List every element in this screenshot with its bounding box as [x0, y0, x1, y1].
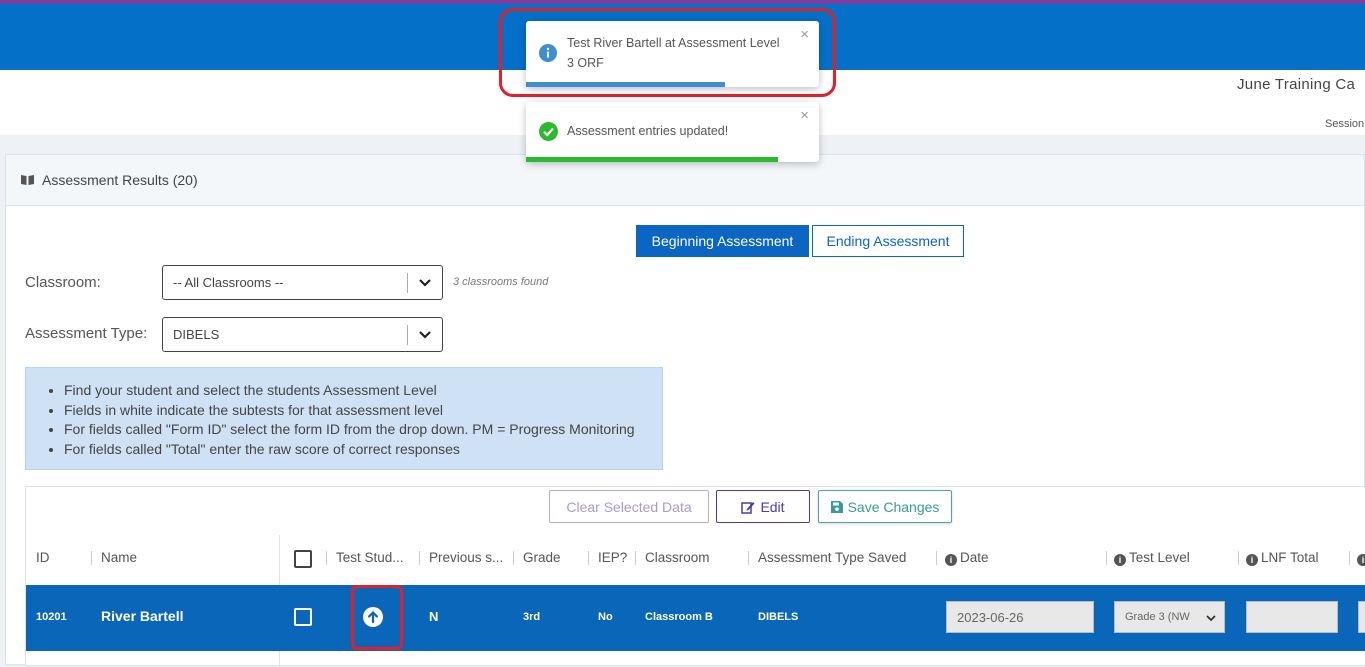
results-grid: Clear Selected Data Edit Save Changes ID… — [25, 486, 1365, 667]
classrooms-found-note: 3 classrooms found — [453, 276, 549, 288]
column-separator — [748, 551, 749, 565]
assessment-type-label: Assessment Type: — [25, 325, 148, 342]
save-label: Save Changes — [847, 498, 940, 515]
edit-label: Edit — [760, 498, 785, 515]
instruction-item: For fields called "Total" enter the raw … — [64, 440, 635, 460]
column-header-date[interactable]: i Date — [945, 550, 989, 566]
column-header-assessment-type-saved[interactable]: Assessment Type Saved — [758, 550, 906, 565]
success-toast[interactable]: Assessment entries updated! × — [526, 102, 819, 162]
column-separator — [1349, 551, 1350, 565]
instruction-item: For fields called "Form ID" select the f… — [64, 420, 635, 440]
floppy-disk-icon — [830, 500, 843, 513]
instructions-panel: Find your student and select the student… — [25, 367, 663, 470]
cell-classroom: Classroom B — [645, 611, 713, 623]
info-icon[interactable]: i — [945, 554, 957, 566]
arrow-up-circle-icon[interactable] — [363, 607, 383, 627]
column-separator — [513, 551, 514, 565]
cell-grade: 3rd — [523, 611, 541, 623]
column-separator — [419, 551, 420, 565]
lnf-total-field[interactable] — [1246, 601, 1338, 633]
chevron-down-icon — [419, 331, 431, 339]
column-header-id[interactable]: ID — [36, 550, 50, 565]
cell-name: River Bartell — [101, 608, 184, 624]
column-header-test-student[interactable]: Test Stud... — [336, 550, 404, 565]
highlight-box — [499, 8, 836, 97]
select-all-checkbox[interactable] — [294, 550, 312, 568]
instruction-item: Find your student and select the student… — [64, 381, 635, 401]
assessment-results-card: Assessment Results (20) Beginning Assess… — [5, 154, 1365, 667]
column-separator — [91, 551, 92, 565]
column-header-lnf-total[interactable]: i LNF Total — [1246, 550, 1319, 566]
column-header-classroom[interactable]: Classroom — [645, 550, 710, 565]
row-checkbox[interactable] — [294, 608, 312, 626]
column-header-previous[interactable]: Previous s... — [429, 550, 503, 565]
ending-assessment-button[interactable]: Ending Assessment — [812, 225, 964, 257]
column-separator — [635, 551, 636, 565]
column-separator — [588, 551, 589, 565]
instruction-item: Fields in white indicate the subtests fo… — [64, 401, 635, 421]
column-header-iep[interactable]: IEP? — [598, 550, 627, 565]
cell-previous: N — [429, 609, 439, 624]
assessment-type-select[interactable]: DIBELS — [162, 317, 443, 352]
clear-selected-data-button[interactable]: Clear Selected Data — [549, 490, 709, 523]
date-value: 2023-06-26 — [957, 610, 1024, 625]
column-header-test-level-label: Test Level — [1129, 550, 1190, 565]
column-header-date-label: Date — [960, 550, 989, 565]
column-separator — [936, 551, 937, 565]
test-level-value: Grade 3 (NW — [1125, 611, 1190, 623]
column-header-lnf-total-label: LNF Total — [1261, 550, 1319, 565]
select-divider — [407, 325, 408, 345]
card-header: Assessment Results (20) — [6, 155, 1364, 206]
info-icon[interactable]: i — [1246, 554, 1258, 566]
edit-button[interactable]: Edit — [716, 490, 810, 523]
chevron-down-icon — [419, 279, 431, 287]
next-field[interactable] — [1358, 601, 1365, 633]
instructions-list: Find your student and select the student… — [64, 381, 635, 460]
success-toast-message: Assessment entries updated! — [567, 124, 729, 138]
classroom-select-value: -- All Classrooms -- — [173, 275, 284, 290]
chevron-down-icon — [1206, 615, 1216, 622]
cell-assessment-type-saved: DIBELS — [758, 611, 799, 623]
column-separator — [326, 551, 327, 565]
info-icon[interactable]: i — [1114, 554, 1126, 566]
column-separator — [1238, 551, 1239, 565]
column-header-next[interactable]: i — [1357, 550, 1365, 566]
edit-icon — [741, 501, 755, 514]
card-title: Assessment Results (20) — [42, 172, 198, 188]
select-divider — [407, 273, 408, 293]
close-icon[interactable]: × — [800, 107, 809, 124]
info-icon[interactable]: i — [1357, 554, 1365, 566]
session-label: Session — [1325, 118, 1365, 130]
save-changes-button[interactable]: Save Changes — [818, 490, 952, 523]
table-row[interactable]: 10201 River Bartell N 3rd No Classroom B… — [26, 585, 1365, 651]
cell-id: 10201 — [36, 611, 67, 623]
cell-iep: No — [598, 611, 613, 623]
column-header-grade[interactable]: Grade — [523, 550, 561, 565]
column-header-test-level[interactable]: i Test Level — [1114, 550, 1190, 566]
beginning-assessment-button[interactable]: Beginning Assessment — [636, 225, 809, 257]
classroom-label: Classroom: — [25, 274, 101, 291]
clear-label: Clear Selected Data — [566, 498, 692, 515]
book-icon — [21, 175, 34, 185]
assessment-type-select-value: DIBELS — [173, 327, 220, 342]
classroom-select[interactable]: -- All Classrooms -- — [162, 265, 443, 300]
test-level-select[interactable]: Grade 3 (NW — [1114, 601, 1225, 633]
page-title: June Training Ca — [1237, 76, 1356, 93]
success-toast-progress — [526, 157, 778, 162]
column-header-name[interactable]: Name — [101, 550, 137, 565]
check-circle-icon — [539, 122, 558, 141]
date-field[interactable]: 2023-06-26 — [946, 601, 1094, 633]
column-separator — [1106, 551, 1107, 565]
